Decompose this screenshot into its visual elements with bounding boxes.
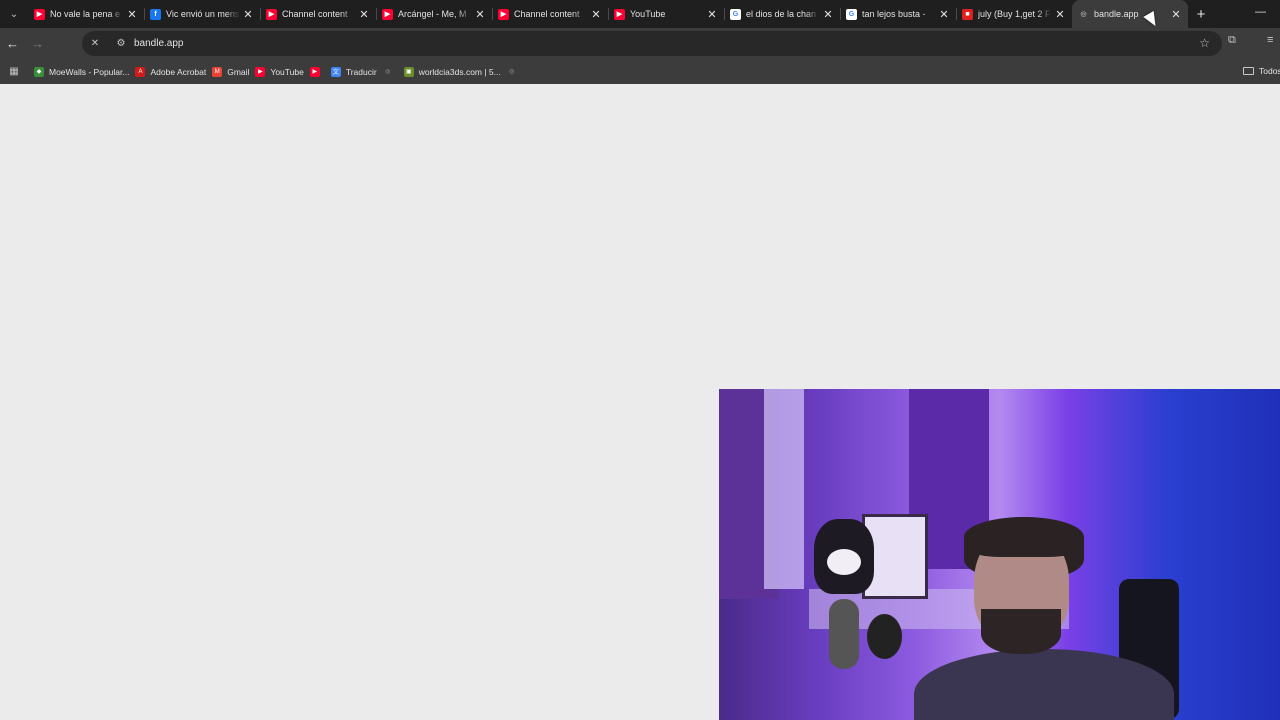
- tab-0[interactable]: ▶ No vale la pena e ✕: [28, 0, 144, 28]
- all-bookmarks-label: Todos: [1259, 66, 1280, 76]
- tab-close-icon[interactable]: ✕: [936, 8, 952, 21]
- youtube-icon: ▶: [255, 66, 266, 77]
- bookmark-label: Adobe Acrobat: [150, 66, 207, 77]
- bookmark-8[interactable]: ◎: [507, 67, 522, 77]
- youtube-icon: ▶: [34, 8, 45, 20]
- tab-5[interactable]: ▶ YouTube ✕: [608, 0, 724, 28]
- tab-2[interactable]: ▶ Channel content ✕: [260, 0, 376, 28]
- tab-title: Vic envió un mensaje: [166, 9, 240, 19]
- tab-close-icon[interactable]: ✕: [124, 8, 140, 21]
- stop-loading-icon[interactable]: ✕: [82, 38, 108, 49]
- bookmark-2[interactable]: M Gmail: [212, 66, 250, 77]
- bookmark-5[interactable]: 文 Traducir: [330, 66, 377, 77]
- youtube-icon: ▶: [614, 8, 625, 20]
- extensions-icon[interactable]: ⧉: [1228, 34, 1236, 47]
- tab-title: el dios de la chan: [746, 9, 817, 19]
- google-icon: G: [730, 8, 741, 20]
- bookmark-label: MoeWalls - Popular...: [49, 66, 130, 77]
- translate-icon: 文: [330, 66, 341, 77]
- tab-close-icon[interactable]: ✕: [472, 8, 488, 21]
- bookmarks-bar: ▦ ◆ MoeWalls - Popular... A Adobe Acrobat M G…: [0, 59, 1280, 84]
- side-panel-icon[interactable]: ≡: [1267, 34, 1273, 46]
- bookmark-7[interactable]: ▣ worldcia3ds.com | 5...: [403, 66, 501, 77]
- tab-strip: ⌄ ▶No vale la pena e✕fVic envió un mensa…: [0, 0, 1280, 28]
- tab-title: Arcángel - Me, M: [398, 9, 467, 19]
- tab-close-icon[interactable]: ✕: [820, 8, 836, 21]
- tab-8[interactable]: ■ july (Buy 1,get 2 F ✕: [956, 0, 1072, 28]
- bookmark-label: Traducir: [345, 66, 377, 77]
- youtube-icon: ▶: [309, 66, 320, 77]
- worldcia-icon: ▣: [403, 66, 414, 77]
- tab-1[interactable]: f Vic envió un mensaje✕: [144, 0, 260, 28]
- youtube-icon: ▶: [382, 8, 393, 20]
- globe-icon: ◎: [1080, 11, 1087, 18]
- tab-title: Channel content: [514, 9, 580, 19]
- tab-close-icon[interactable]: ✕: [356, 8, 372, 21]
- gmail-icon: M: [212, 66, 223, 77]
- tab-7[interactable]: Gtan lejos busta - ✕: [840, 0, 956, 28]
- tab-close-icon[interactable]: ✕: [588, 8, 604, 21]
- minimize-icon[interactable]: —: [1255, 6, 1266, 18]
- globe-icon: ◎: [509, 69, 515, 75]
- tab-title: Channel content: [282, 9, 348, 19]
- tab-close-icon[interactable]: ✕: [240, 8, 256, 21]
- google-icon: G: [846, 8, 857, 20]
- tab-title: july (Buy 1,get 2 F: [978, 9, 1051, 19]
- tab-title: YouTube: [630, 9, 666, 19]
- bookmark-1[interactable]: A Adobe Acrobat: [135, 66, 207, 77]
- apps-grid-icon[interactable]: ▦: [0, 66, 28, 77]
- tab-search-icon[interactable]: ⌄: [0, 0, 28, 28]
- microphone: [829, 599, 859, 669]
- tab-close-icon[interactable]: ✕: [704, 8, 720, 21]
- bookmark-label: Gmail: [227, 66, 250, 77]
- site-info-icon[interactable]: ⚙: [108, 38, 134, 49]
- address-bar[interactable]: ✕ ⚙ bandle.app ☆: [82, 31, 1222, 56]
- all-bookmarks-folder[interactable]: Todos: [1243, 66, 1280, 76]
- tab-close-icon[interactable]: ✕: [1168, 8, 1184, 21]
- bookmark-6[interactable]: ◎: [383, 67, 398, 77]
- new-tab-icon[interactable]: +: [1188, 0, 1214, 28]
- forward-icon[interactable]: →: [25, 28, 50, 59]
- globe-icon: ◎: [385, 69, 391, 75]
- tab-9[interactable]: ◎ bandle.app ✕: [1072, 0, 1188, 28]
- folder-icon: [1243, 67, 1254, 75]
- tab-4[interactable]: ▶ Channel content ✕: [492, 0, 608, 28]
- facebook-icon: f: [150, 8, 161, 20]
- back-icon[interactable]: ←: [0, 28, 25, 59]
- toolbar: ← → ✕ ⚙ bandle.app ☆: [0, 28, 1280, 59]
- bandcamp-icon: ■: [962, 8, 973, 20]
- bookmark-label: YouTube: [270, 66, 304, 77]
- bookmark-0[interactable]: ◆ MoeWalls - Popular...: [34, 66, 130, 77]
- webcam-overlay: [719, 389, 1280, 720]
- tab-title: tan lejos busta -: [862, 9, 926, 19]
- bookmark-4[interactable]: ▶: [309, 66, 325, 77]
- youtube-icon: ▶: [498, 8, 509, 20]
- tab-6[interactable]: Gel dios de la chan ✕: [724, 0, 840, 28]
- tab-title: No vale la pena e: [50, 9, 121, 19]
- moewalls-icon: ◆: [34, 66, 44, 77]
- tab-3[interactable]: ▶ Arcángel - Me, M ✕: [376, 0, 492, 28]
- browser-chrome: ⌄ ▶No vale la pena e✕fVic envió un mensa…: [0, 0, 1280, 84]
- bookmark-3[interactable]: ▶ YouTube: [255, 66, 304, 77]
- bookmark-label: worldcia3ds.com | 5...: [418, 66, 501, 77]
- url-text[interactable]: bandle.app: [134, 38, 184, 49]
- tab-close-icon[interactable]: ✕: [1052, 8, 1068, 21]
- acrobat-icon: A: [135, 66, 146, 77]
- youtube-icon: ▶: [266, 8, 277, 20]
- bookmark-star-icon[interactable]: ☆: [1199, 36, 1210, 50]
